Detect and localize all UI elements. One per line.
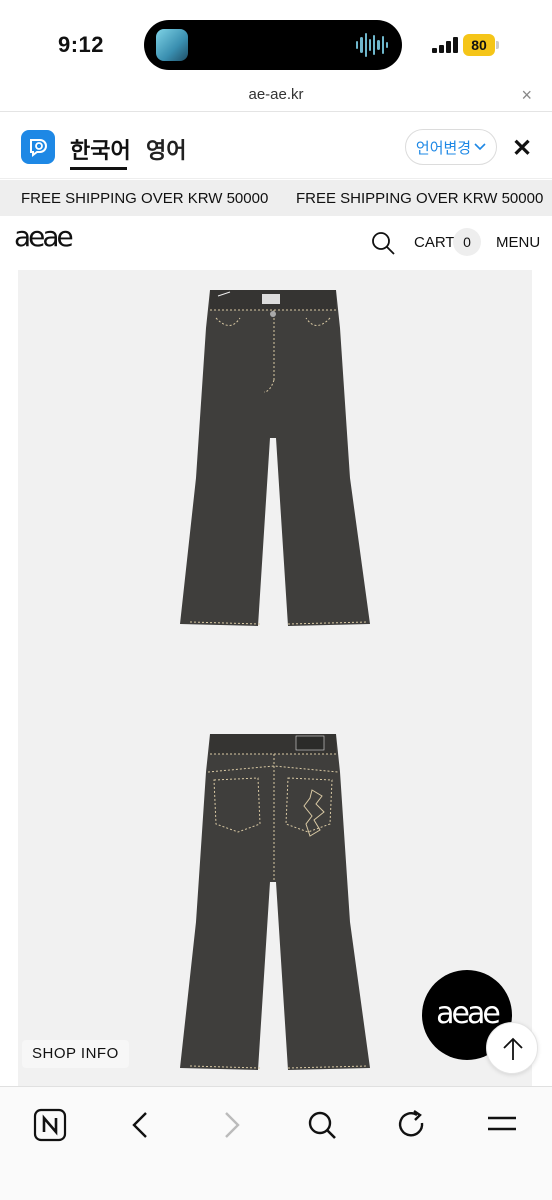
battery-icon: 80 (463, 34, 499, 56)
naver-n-icon[interactable] (30, 1105, 70, 1145)
scroll-to-top-button[interactable] (486, 1022, 538, 1074)
hamburger-menu-icon[interactable] (482, 1105, 522, 1145)
product-image-front[interactable] (178, 288, 378, 628)
now-playing-thumbnail (156, 29, 188, 61)
translate-bar: 한국어 영어 언어변경 ✕ (0, 113, 552, 179)
back-label (295, 735, 325, 751)
tab-english[interactable]: 영어 (146, 133, 186, 165)
browser-toolbar (0, 1086, 552, 1200)
battery-tip (496, 41, 499, 49)
jeans-body (180, 734, 370, 1070)
jeans-body (180, 290, 370, 626)
tab-korean[interactable]: 한국어 (70, 133, 131, 165)
papago-icon (21, 130, 55, 164)
status-time: 9:12 (58, 32, 105, 57)
chevron-down-icon (474, 143, 486, 151)
product-gallery: SHOP INFO aeae (18, 270, 538, 1086)
cart-count-badge[interactable]: 0 (453, 228, 481, 256)
cart-link[interactable]: CART (414, 234, 455, 251)
shipping-message: FREE SHIPPING OVER KRW 50000 (21, 190, 269, 207)
change-language-label: 언어변경 (415, 139, 472, 157)
active-tab-indicator (70, 167, 127, 170)
battery-level: 80 (463, 34, 495, 56)
url-text[interactable]: ae-ae.kr (0, 86, 552, 103)
url-bar[interactable]: ae-ae.kr × (0, 82, 552, 112)
audio-wave-icon (356, 32, 388, 58)
shop-info-button[interactable]: SHOP INFO (22, 1040, 129, 1068)
search-icon[interactable] (370, 230, 396, 256)
status-bar: 9:12 80 (0, 0, 552, 82)
brand-patch (262, 294, 280, 304)
back-arrow-icon[interactable] (120, 1105, 160, 1145)
forward-arrow-icon[interactable] (212, 1105, 252, 1145)
search-icon[interactable] (302, 1105, 342, 1145)
change-language-button[interactable]: 언어변경 (405, 129, 497, 165)
shipping-message: FREE SHIPPING OVER KRW 50000 (296, 190, 544, 207)
dynamic-island[interactable] (144, 20, 402, 70)
close-icon[interactable]: × (521, 85, 532, 106)
site-header: aeae CART 0 MENU (0, 216, 552, 268)
product-image-back[interactable] (178, 732, 378, 1072)
arrow-up-icon (503, 1037, 523, 1060)
shipping-banner: FREE SHIPPING OVER KRW 50000 FREE SHIPPI… (0, 180, 552, 216)
refresh-icon[interactable] (392, 1105, 432, 1145)
site-logo[interactable]: aeae (14, 220, 74, 253)
menu-button[interactable]: MENU (496, 234, 540, 251)
close-icon[interactable]: ✕ (512, 134, 532, 163)
cellular-signal-icon (432, 37, 458, 53)
